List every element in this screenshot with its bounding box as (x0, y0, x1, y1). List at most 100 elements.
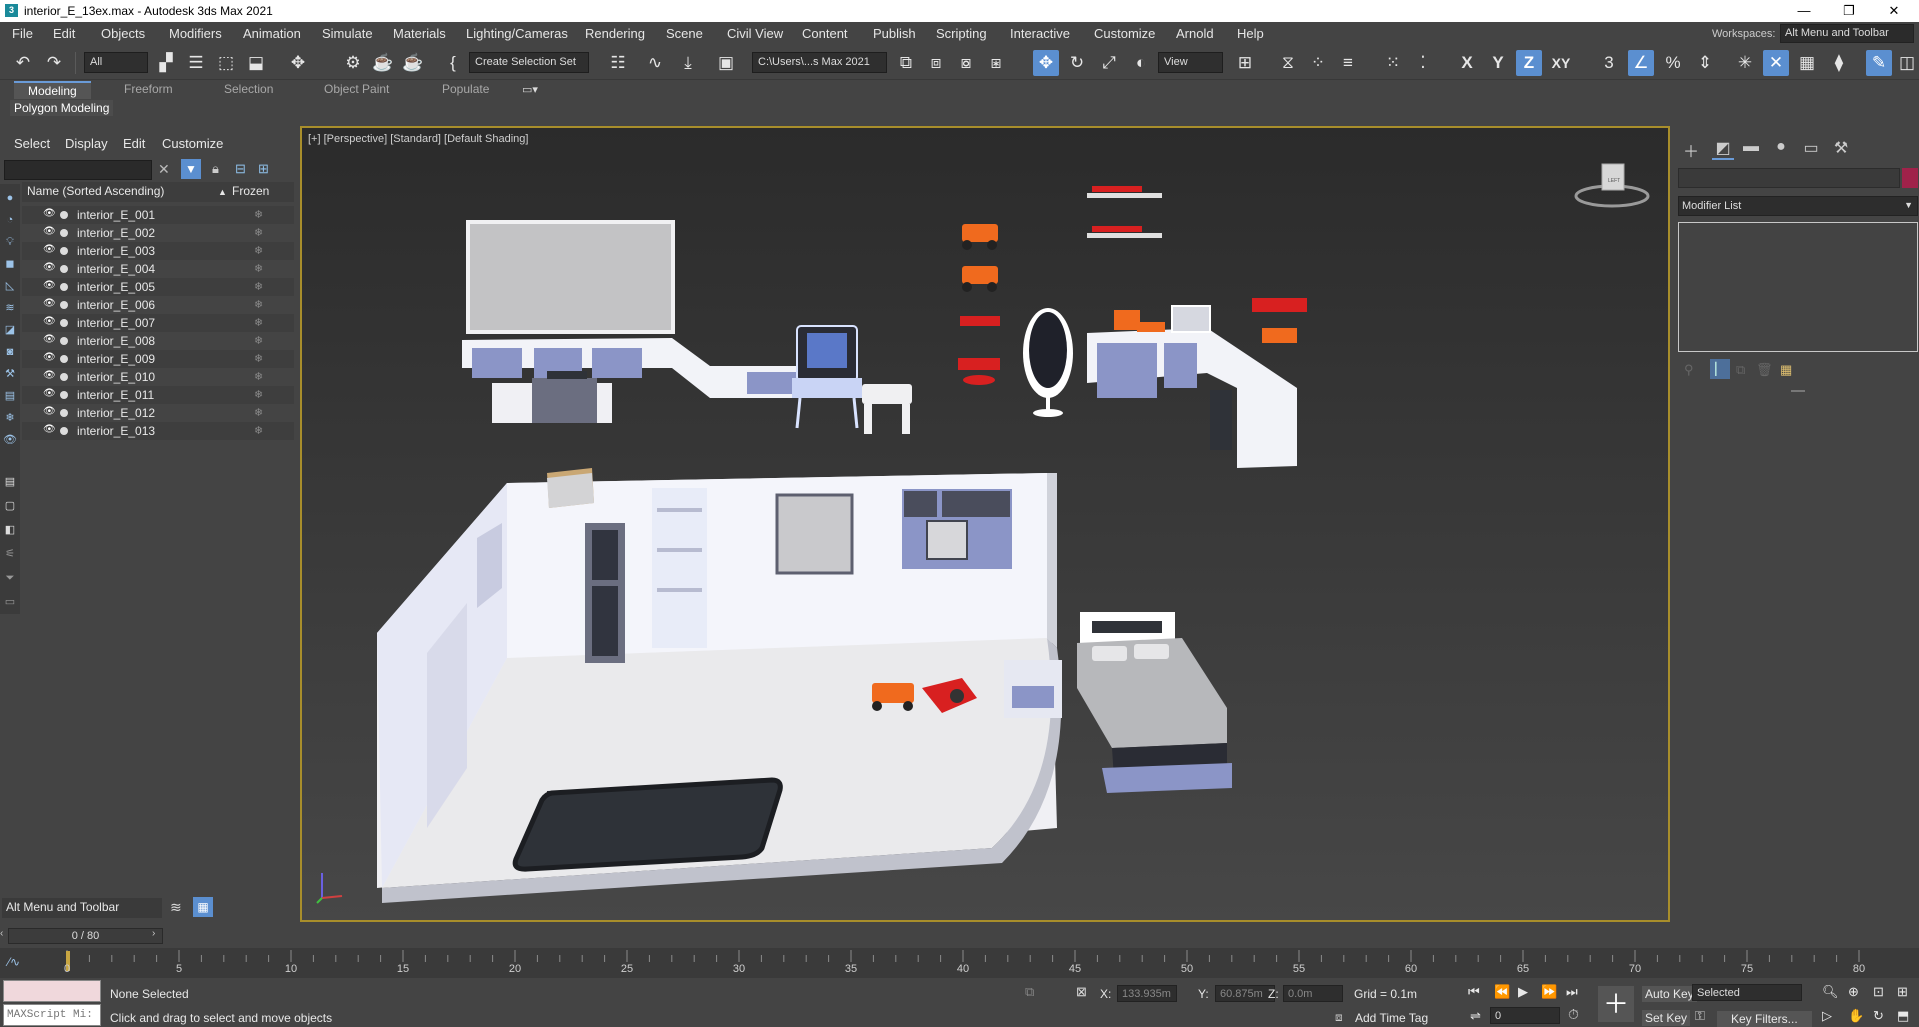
display-all-icon[interactable]: ▤ (2, 474, 18, 490)
snap-toggle-button[interactable]: 3 (1596, 50, 1622, 76)
sort-ascending-icon[interactable]: ▲ (218, 187, 227, 197)
maximize-viewport-icon[interactable]: ⬒ (1897, 1008, 1909, 1024)
hierarchy-icon[interactable]: ⊟ (235, 161, 246, 177)
set-key-button[interactable]: Set Key (1642, 1010, 1691, 1026)
key-mode-select[interactable]: Selected (1692, 984, 1802, 1001)
freeze-icon[interactable]: ❄ (254, 208, 263, 221)
visibility-icon[interactable]: 👁︎ (43, 370, 56, 381)
freeze-icon[interactable]: ❄ (254, 262, 263, 275)
menu-scene[interactable]: Scene (666, 26, 703, 41)
menu-edit[interactable]: Edit (53, 26, 75, 41)
list-item[interactable]: 👁︎ interior_E_010 ❄ (22, 368, 294, 386)
ribbon-options-icon[interactable]: ▭▾ (522, 83, 538, 96)
window-crossing-icon[interactable]: ⬓ (243, 50, 269, 76)
list-item[interactable]: 👁︎ interior_E_006 ❄ (22, 296, 294, 314)
configure-sets-icon[interactable]: ▦ (1780, 362, 1792, 378)
list-item[interactable]: 👁︎ interior_E_009 ❄ (22, 350, 294, 368)
menu-civil-view[interactable]: Civil View (727, 26, 783, 41)
edit-named-icon[interactable]: ✎ (1866, 50, 1892, 76)
menu-modifiers[interactable]: Modifiers (169, 26, 222, 41)
spinner-snap-icon[interactable]: ⇕ (1692, 50, 1718, 76)
menu-interactive[interactable]: Interactive (1010, 26, 1070, 41)
visibility-icon[interactable]: 👁︎ (43, 388, 56, 399)
toggle-ribbon-icon[interactable]: ⁚ (1410, 50, 1436, 76)
play-icon[interactable]: ▶ (1518, 984, 1528, 1000)
render-dot-icon[interactable] (60, 247, 68, 255)
render-dot-icon[interactable] (60, 283, 68, 291)
tab-selection[interactable]: Selection (224, 82, 273, 96)
workspace-bottom-select[interactable]: Alt Menu and Toolbar (2, 898, 162, 918)
rectangular-selection-icon[interactable]: ⬚ (213, 50, 239, 76)
constraint-icon[interactable]: ✕ (1763, 50, 1789, 76)
object-name-field[interactable] (1678, 168, 1900, 188)
visibility-icon[interactable]: 👁︎ (43, 424, 56, 435)
menu-lighting-cameras[interactable]: Lighting/Cameras (466, 26, 568, 41)
previous-frame-icon[interactable]: ⏪ (1494, 984, 1510, 1000)
layer-manager-icon[interactable]: ≡ (1335, 50, 1361, 76)
remove-modifier-icon[interactable]: 🗑︎ (1756, 362, 1773, 378)
z-coordinate-field[interactable]: 0.0m (1283, 985, 1343, 1002)
render-dot-icon[interactable] (60, 355, 68, 363)
menu-help[interactable]: Help (1237, 26, 1264, 41)
motion-tab-icon[interactable]: ● (1770, 138, 1792, 160)
selection-set-input[interactable]: Create Selection Set (469, 52, 589, 73)
make-unique-icon[interactable]: ⧉ (1736, 362, 1745, 378)
bones-filter-icon[interactable]: ⚒ (2, 366, 18, 382)
menu-arnold[interactable]: Arnold (1176, 26, 1214, 41)
zoom-extents-all-icon[interactable]: ⊞ (1897, 984, 1908, 1000)
show-end-result-icon[interactable]: ▏ (1710, 359, 1730, 379)
current-frame-field[interactable]: 0 (1490, 1007, 1560, 1024)
render-dot-icon[interactable] (60, 301, 68, 309)
freeze-icon[interactable]: ❄ (254, 334, 263, 347)
modifier-stack[interactable] (1678, 222, 1918, 352)
close-button[interactable]: ✕ (1871, 0, 1917, 22)
axis-y-button[interactable]: Y (1485, 50, 1511, 76)
render-dot-icon[interactable] (60, 427, 68, 435)
select-region-icon[interactable]: ⧆ (983, 50, 1009, 76)
grid-toggle-icon[interactable]: ▦ (1794, 50, 1820, 76)
prev-frame-icon[interactable]: ‹ (0, 928, 3, 939)
curve-editor-icon[interactable]: ∿ (642, 50, 668, 76)
visibility-icon[interactable]: 👁︎ (43, 208, 56, 219)
unlink-icon[interactable]: ⧈ (923, 50, 949, 76)
freeze-icon[interactable]: ❄ (254, 298, 263, 311)
menu-animation[interactable]: Animation (243, 26, 301, 41)
zoom-extents-icon[interactable]: ⊡ (1873, 984, 1884, 1000)
next-frame-button-icon[interactable]: ⏩ (1541, 984, 1557, 1000)
menu-content[interactable]: Content (802, 26, 848, 41)
selection-filter-select[interactable]: All (84, 52, 148, 73)
geometry-filter-icon[interactable]: ● (2, 190, 18, 206)
list-item[interactable]: 👁︎ interior_E_005 ❄ (22, 278, 294, 296)
utilities-tab-icon[interactable]: ⚒ (1830, 138, 1852, 160)
column-frozen-header[interactable]: Frozen (232, 184, 269, 198)
list-item[interactable]: 👁︎ interior_E_001 ❄ (22, 206, 294, 224)
viewcube-label[interactable]: LEFT (1608, 178, 1620, 184)
visibility-icon[interactable]: 👁︎ (43, 352, 56, 363)
add-time-tag-button[interactable]: Add Time Tag (1355, 1011, 1428, 1025)
list-item[interactable]: 👁︎ interior_E_013 ❄ (22, 422, 294, 440)
scale-tool-icon[interactable]: ⤢ (1096, 50, 1122, 76)
auto-key-button[interactable]: Auto Key (1642, 986, 1697, 1002)
frozen-filter-icon[interactable]: ❄ (2, 410, 18, 426)
explorer-menu-customize[interactable]: Customize (162, 136, 223, 151)
display-none-icon[interactable]: ▢ (2, 498, 18, 514)
select-object-icon[interactable]: ▞ (153, 50, 179, 76)
layer-icon[interactable]: ⊞ (258, 161, 269, 177)
named-selection-icon[interactable]: { (440, 50, 466, 76)
pan-icon[interactable]: ✋ (1848, 1008, 1864, 1024)
tab-populate[interactable]: Populate (442, 82, 489, 96)
placement-icon[interactable]: ◐ (1128, 50, 1154, 76)
list-item[interactable]: 👁︎ interior_E_003 ❄ (22, 242, 294, 260)
invert-icon[interactable]: ◧ (2, 522, 18, 538)
display-tab-icon[interactable]: ▭ (1800, 138, 1822, 160)
axis-z-button[interactable]: Z (1516, 50, 1542, 76)
visibility-icon[interactable]: 👁︎ (43, 244, 56, 255)
menu-scripting[interactable]: Scripting (936, 26, 987, 41)
menu-rendering[interactable]: Rendering (585, 26, 645, 41)
list-item[interactable]: 👁︎ interior_E_012 ❄ (22, 404, 294, 422)
y-coordinate-field[interactable]: 60.875m (1215, 985, 1275, 1002)
lock-icon[interactable]: 🔒︎ (212, 161, 219, 177)
minimize-button[interactable]: — (1781, 0, 1827, 22)
time-slider[interactable]: 0 / 80 (8, 928, 163, 944)
render-dot-icon[interactable] (60, 409, 68, 417)
